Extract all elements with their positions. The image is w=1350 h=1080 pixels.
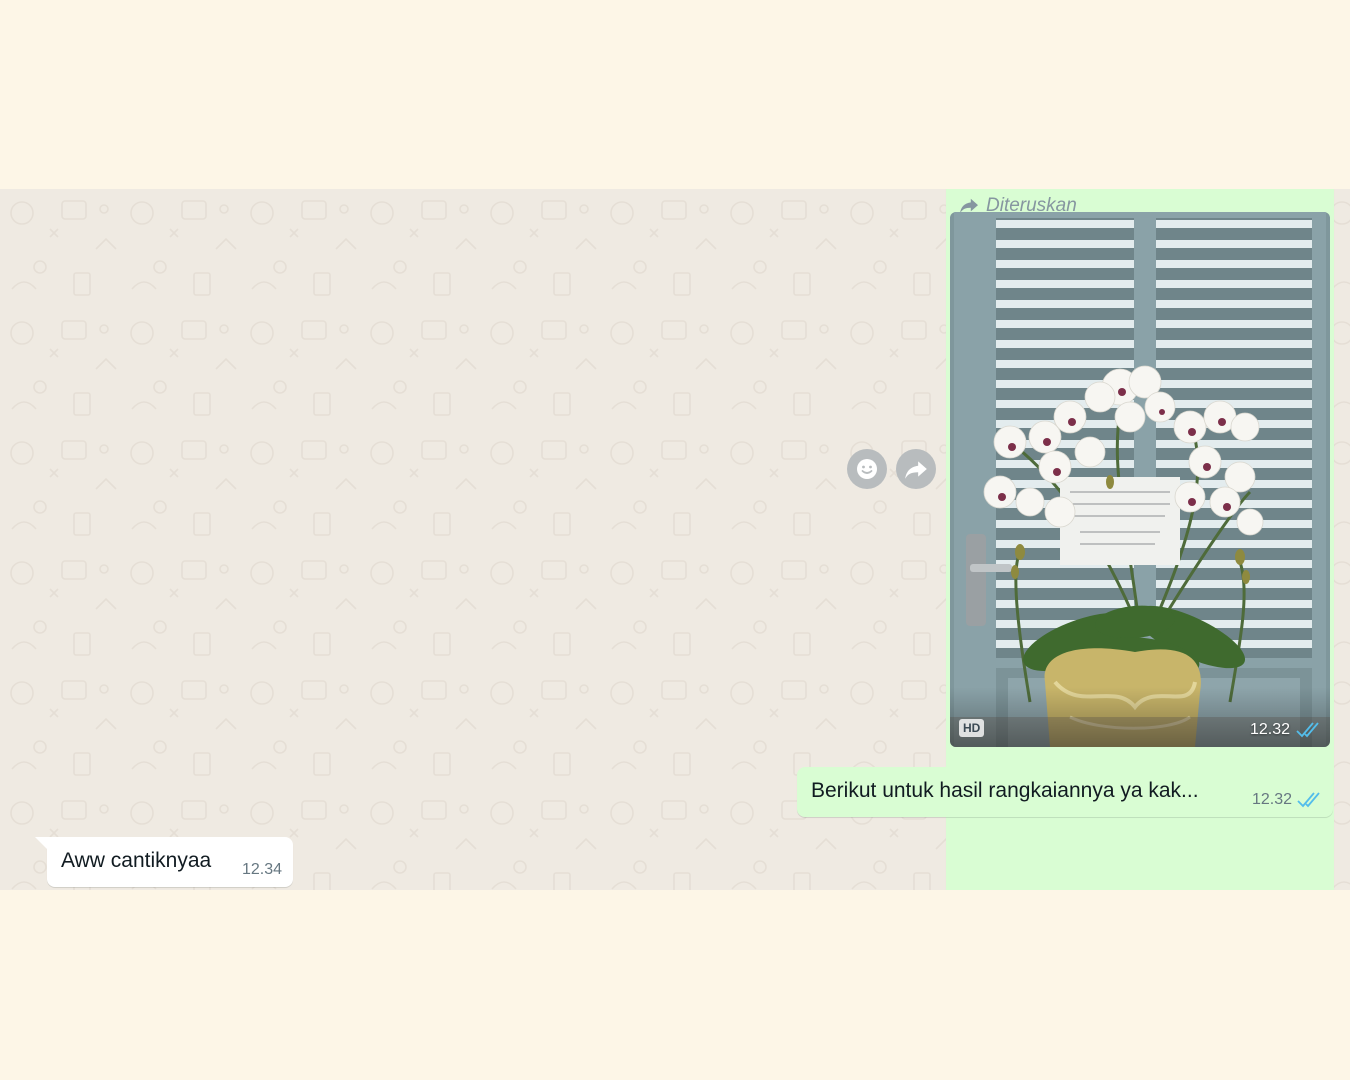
- message-text: Berikut untuk hasil rangkaiannya ya kak.…: [811, 779, 1199, 802]
- message-time: 12.32: [1249, 721, 1290, 738]
- image-message-meta: 12.32: [1250, 721, 1322, 739]
- react-emoji-button[interactable]: [847, 449, 887, 489]
- hd-badge: HD: [959, 719, 985, 737]
- orchid-photo[interactable]: HD 12.32: [950, 212, 1330, 747]
- forward-icon: [905, 461, 927, 479]
- message-meta: 12.32: [1252, 791, 1323, 809]
- double-check-read-icon: [1296, 722, 1319, 738]
- forward-message-button[interactable]: [896, 449, 936, 489]
- outgoing-text-bubble[interactable]: Berikut untuk hasil rangkaiannya ya kak.…: [797, 767, 1333, 817]
- message-time: 12.32: [1251, 791, 1292, 808]
- emoji-reaction-icon: [857, 459, 877, 479]
- incoming-text-bubble[interactable]: Aww cantiknyaa 12.34: [35, 837, 293, 887]
- chat-panel: Diteruskan HD 12.32 Berikut untuk hasil …: [0, 189, 1350, 890]
- message-time: 12.34: [241, 861, 282, 878]
- double-check-read-icon: [1297, 792, 1320, 808]
- message-meta: 12.34: [242, 861, 282, 879]
- bubble-tail: [35, 837, 48, 850]
- message-text: Aww cantiknyaa: [61, 849, 212, 872]
